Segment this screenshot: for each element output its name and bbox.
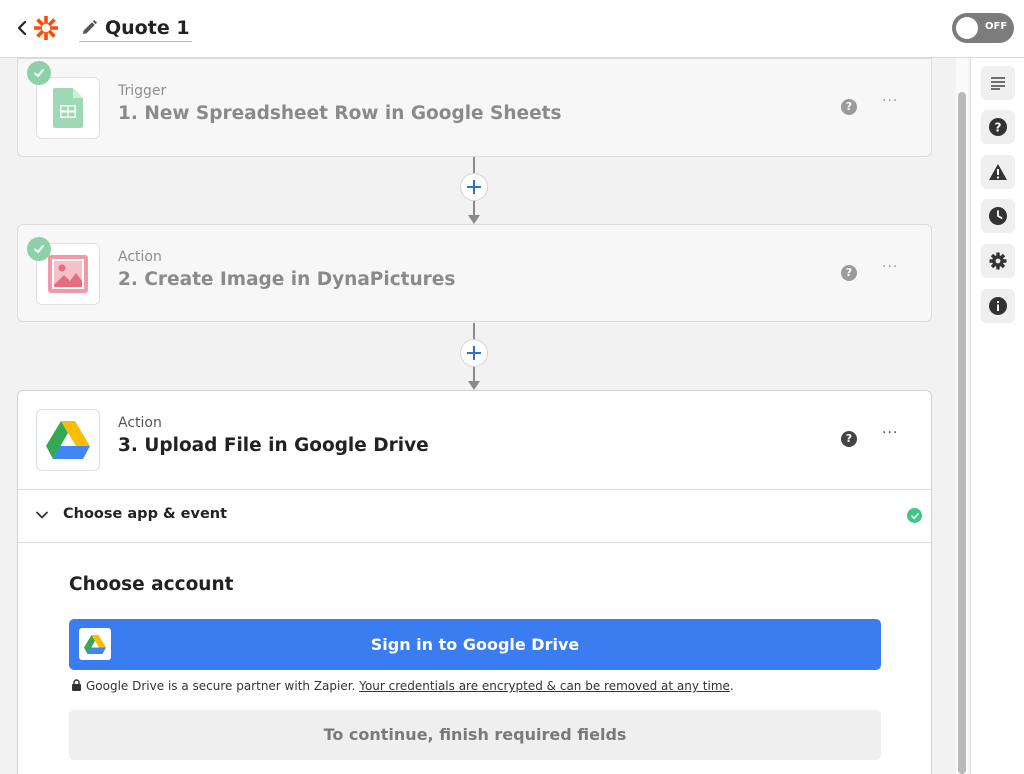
step-more-menu-icon[interactable]: ··· bbox=[882, 93, 898, 109]
dynapictures-icon bbox=[48, 255, 88, 293]
zap-on-off-toggle[interactable]: OFF bbox=[952, 13, 1014, 43]
sign-in-label: Sign in to Google Drive bbox=[370, 635, 580, 654]
divider bbox=[18, 542, 931, 543]
info-icon bbox=[989, 297, 1007, 315]
help-icon: ? bbox=[989, 118, 1007, 136]
sign-in-google-drive-button[interactable]: Sign in to Google Drive bbox=[69, 619, 881, 670]
toggle-knob bbox=[956, 17, 978, 39]
lock-icon bbox=[72, 679, 81, 691]
right-rail: ? bbox=[970, 58, 1024, 774]
step-name: 3. Upload File in Google Drive bbox=[118, 435, 429, 456]
secure-note-text: Google Drive is a secure partner with Za… bbox=[86, 679, 356, 693]
plus-icon bbox=[467, 180, 481, 194]
history-button[interactable] bbox=[981, 199, 1015, 233]
section-label: Choose app & event bbox=[63, 506, 228, 522]
choose-account-heading: Choose account bbox=[69, 574, 234, 595]
secure-partner-note: Google Drive is a secure partner with Za… bbox=[71, 679, 734, 693]
settings-button[interactable] bbox=[981, 244, 1015, 278]
add-step-button[interactable] bbox=[460, 339, 488, 367]
svg-text:?: ? bbox=[995, 121, 1002, 135]
credentials-link[interactable]: Your credentials are encrypted & can be … bbox=[359, 679, 730, 693]
back-arrow-icon[interactable] bbox=[14, 17, 30, 39]
toggle-label: OFF bbox=[985, 21, 1008, 32]
google-sheets-icon bbox=[53, 88, 83, 128]
step-name: 1. New Spreadsheet Row in Google Sheets bbox=[118, 103, 562, 124]
history-icon bbox=[989, 207, 1007, 225]
step-kind-label: Action bbox=[118, 249, 162, 265]
google-drive-icon bbox=[46, 421, 90, 459]
alerts-button[interactable] bbox=[981, 155, 1015, 189]
zapier-logo-icon[interactable] bbox=[33, 15, 59, 41]
step-name: 2. Create Image in DynaPictures bbox=[118, 269, 456, 290]
pencil-icon bbox=[83, 20, 97, 34]
add-step-button[interactable] bbox=[460, 173, 488, 201]
step-more-menu-icon[interactable]: ··· bbox=[882, 425, 898, 441]
step-card-3[interactable]: Action 3. Upload File in Google Drive ? … bbox=[17, 390, 932, 774]
choose-app-event-section[interactable]: Choose app & event bbox=[18, 490, 931, 542]
zap-title: Quote 1 bbox=[105, 17, 190, 39]
app-icon-box bbox=[36, 77, 100, 139]
editor-header: Quote 1 OFF bbox=[0, 0, 1024, 58]
scrollbar[interactable] bbox=[956, 58, 968, 774]
help-button[interactable]: ? bbox=[981, 110, 1015, 144]
connector-arrow-icon bbox=[468, 215, 480, 224]
notes-icon bbox=[991, 77, 1005, 90]
step-card-1[interactable]: Trigger 1. New Spreadsheet Row in Google… bbox=[17, 58, 932, 157]
continue-button[interactable]: To continue, finish required fields bbox=[69, 710, 881, 760]
step-complete-check-icon bbox=[27, 61, 51, 85]
chevron-down-icon bbox=[36, 511, 48, 519]
settings-icon bbox=[989, 252, 1007, 270]
step-help-icon[interactable]: ? bbox=[841, 265, 857, 281]
step-card-2[interactable]: Action 2. Create Image in DynaPictures ?… bbox=[17, 224, 932, 322]
alert-icon bbox=[989, 164, 1007, 180]
scrollbar-thumb[interactable] bbox=[958, 92, 966, 774]
section-complete-check-icon bbox=[907, 508, 922, 523]
connector-arrow-icon bbox=[468, 381, 480, 390]
info-button[interactable] bbox=[981, 289, 1015, 323]
app-icon-box bbox=[36, 409, 100, 471]
step-kind-label: Action bbox=[118, 415, 162, 431]
plus-icon bbox=[467, 346, 481, 360]
google-drive-icon bbox=[79, 628, 111, 660]
notes-button[interactable] bbox=[981, 66, 1015, 100]
step-help-icon[interactable]: ? bbox=[841, 99, 857, 115]
step-kind-label: Trigger bbox=[118, 83, 167, 99]
step-more-menu-icon[interactable]: ··· bbox=[882, 259, 898, 275]
step-help-icon[interactable]: ? bbox=[841, 431, 857, 447]
step-complete-check-icon bbox=[27, 237, 51, 261]
